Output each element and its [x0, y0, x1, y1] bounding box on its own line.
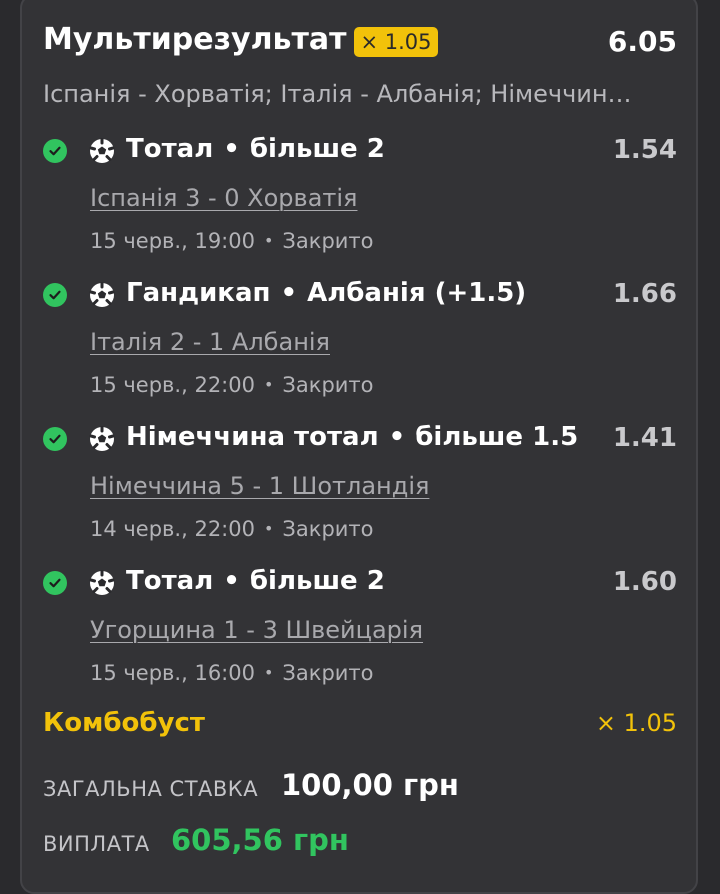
boost-badge: × 1.05	[354, 27, 438, 57]
selection-meta: 15 черв., 19:00 • Закрито	[90, 229, 374, 253]
soccer-ball-icon	[89, 570, 115, 596]
separator-dot: •	[263, 231, 274, 250]
payout-label: ВИПЛАТА	[43, 832, 150, 856]
selection-odds: 1.66	[612, 279, 677, 309]
combo-boost-value: × 1.05	[595, 709, 677, 737]
total-stake-value: 100,00 грн	[281, 768, 459, 802]
market-name: Німеччина тотал	[126, 422, 379, 452]
total-odds: 6.05	[607, 25, 677, 58]
selection-status: Закрито	[282, 373, 374, 397]
check-circle-icon	[43, 571, 67, 595]
separator-dot: •	[388, 422, 406, 452]
check-circle-icon	[43, 139, 67, 163]
check-circle-icon	[43, 283, 67, 307]
match-datetime: 14 черв., 22:00	[90, 517, 255, 541]
outcome-name: більше 2	[249, 566, 385, 596]
match-datetime: 15 черв., 22:00	[90, 373, 255, 397]
separator-dot: •	[223, 566, 240, 596]
match-datetime: 15 черв., 19:00	[90, 229, 255, 253]
events-summary: Іспанія - Хорватія; Італія - Албанія; Ні…	[43, 80, 632, 108]
separator-dot: •	[280, 278, 298, 308]
bet-type-title: Мультирезультат	[43, 22, 347, 57]
selection-title: Німеччина тотал • більше 1.5	[126, 422, 578, 452]
selection-meta: 15 черв., 22:00 • Закрито	[90, 373, 374, 397]
selection-meta: 14 черв., 22:00 • Закрито	[90, 517, 374, 541]
selection-meta: 15 черв., 16:00 • Закрито	[90, 661, 374, 685]
total-stake-label: ЗАГАЛЬНА СТАВКА	[43, 777, 259, 801]
selection-status: Закрито	[282, 517, 374, 541]
match-link[interactable]: Іспанія 3 - 0 Хорватія	[90, 184, 357, 212]
market-name: Гандикап	[126, 278, 271, 308]
market-name: Тотал	[126, 566, 214, 596]
selection-title: Тотал • більше 2	[126, 566, 385, 596]
selection-title: Тотал • більше 2	[126, 134, 385, 164]
selection-odds: 1.60	[612, 567, 677, 597]
outcome-name: Албанія (+1.5)	[307, 278, 527, 308]
separator-dot: •	[263, 519, 274, 538]
soccer-ball-icon	[89, 282, 115, 308]
separator-dot: •	[263, 663, 274, 682]
match-link[interactable]: Угорщина 1 - 3 Швейцарія	[90, 616, 423, 644]
separator-dot: •	[223, 134, 240, 164]
soccer-ball-icon	[89, 426, 115, 452]
outcome-name: більше 1.5	[415, 422, 579, 452]
combo-boost-label: Комбобуст	[43, 708, 205, 738]
selection-odds: 1.41	[612, 423, 677, 453]
match-link[interactable]: Німеччина 5 - 1 Шотландія	[90, 472, 429, 500]
separator-dot: •	[263, 375, 274, 394]
outcome-name: більше 2	[249, 134, 385, 164]
check-circle-icon	[43, 427, 67, 451]
selection-status: Закрито	[282, 229, 374, 253]
market-name: Тотал	[126, 134, 214, 164]
match-link[interactable]: Італія 2 - 1 Албанія	[90, 328, 330, 356]
match-datetime: 15 черв., 16:00	[90, 661, 255, 685]
payout-value: 605,56 грн	[171, 823, 349, 857]
selection-odds: 1.54	[612, 135, 677, 165]
soccer-ball-icon	[89, 138, 115, 164]
selection-status: Закрито	[282, 661, 374, 685]
selection-title: Гандикап • Албанія (+1.5)	[126, 278, 526, 308]
